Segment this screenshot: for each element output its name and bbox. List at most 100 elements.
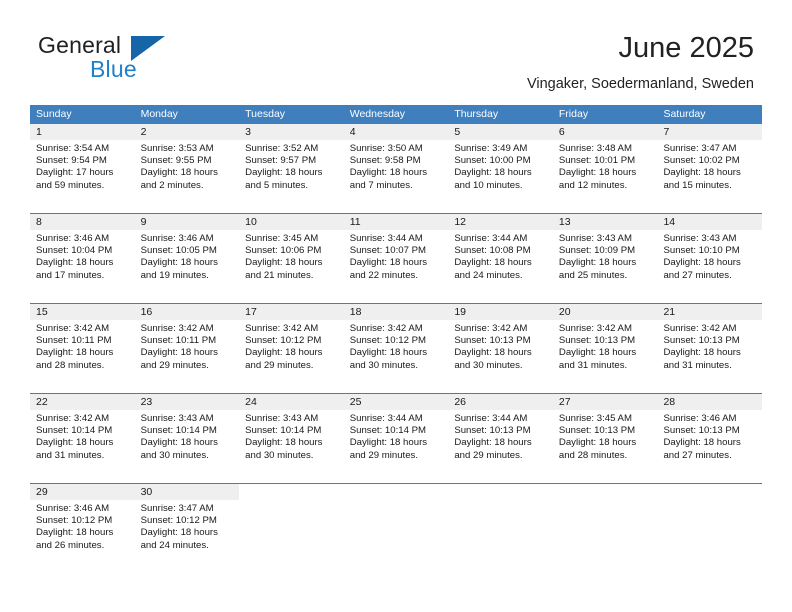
- day-cell[interactable]: Sunrise: 3:48 AM Sunset: 10:01 PM Daylight…: [553, 140, 658, 202]
- day-cell[interactable]: Sunrise: 3:42 AM Sunset: 10:11 PM Daylight…: [30, 320, 135, 382]
- day-daylight-text: Daylight: 18 hours: [36, 347, 114, 359]
- day-cell[interactable]: Sunrise: 3:47 AM Sunset: 10:12 PM Daylight…: [135, 500, 240, 562]
- day-number[interactable]: 21: [657, 304, 762, 320]
- day-number[interactable]: 16: [135, 304, 240, 320]
- day-daylight-text: Daylight: 17 hours: [36, 167, 114, 179]
- day-cell[interactable]: Sunrise: 3:42 AM Sunset: 10:12 PM Daylight…: [344, 320, 449, 382]
- day-number[interactable]: 4: [344, 124, 449, 140]
- day-daylight-text: Daylight: 18 hours: [454, 167, 532, 179]
- week-spacer: [30, 562, 762, 573]
- day-cell[interactable]: Sunrise: 3:44 AM Sunset: 10:14 PM Daylight…: [344, 410, 449, 472]
- day-number[interactable]: 14: [657, 214, 762, 230]
- calendar-week-row: 8 9 10 11 12 13 14 Sunrise: 3:46 AM Sunset: 10:0…: [30, 213, 762, 303]
- day-sunrise-text: Sunrise: 3:46 AM: [140, 233, 214, 244]
- day-daylight-text: and 19 minutes.: [140, 269, 209, 281]
- day-number[interactable]: 30: [135, 484, 240, 500]
- day-number[interactable]: 18: [344, 304, 449, 320]
- day-sunset-text: Sunset: 10:02 PM: [663, 155, 740, 167]
- day-number-row: 15 16 17 18 19 20 21: [30, 304, 762, 320]
- day-sunrise-text: Sunrise: 3:46 AM: [36, 233, 110, 244]
- day-number[interactable]: 10: [239, 214, 344, 230]
- week-spacer: [30, 292, 762, 303]
- day-daylight-text: and 22 minutes.: [349, 269, 419, 281]
- day-cell[interactable]: Sunrise: 3:43 AM Sunset: 10:09 PM Daylight…: [553, 230, 658, 292]
- day-cell[interactable]: Sunrise: 3:52 AM Sunset: 9:57 PM Daylight:…: [239, 140, 344, 202]
- day-number[interactable]: 24: [239, 394, 344, 410]
- day-daylight-text: and 15 minutes.: [663, 179, 732, 191]
- day-cell[interactable]: Sunrise: 3:45 AM Sunset: 10:06 PM Daylight…: [239, 230, 344, 292]
- day-number[interactable]: 3: [239, 124, 344, 140]
- day-cell[interactable]: Sunrise: 3:42 AM Sunset: 10:13 PM Daylight…: [448, 320, 553, 382]
- day-number-empty: [657, 484, 763, 500]
- day-number-empty: [239, 484, 344, 500]
- day-number[interactable]: 1: [30, 124, 135, 140]
- day-number[interactable]: 23: [135, 394, 240, 410]
- day-sunset-text: Sunset: 10:00 PM: [454, 155, 531, 167]
- day-sunrise-text: Sunrise: 3:45 AM: [558, 413, 632, 424]
- day-number[interactable]: 17: [239, 304, 344, 320]
- day-number[interactable]: 7: [657, 124, 762, 140]
- day-sunset-text: Sunset: 10:06 PM: [245, 245, 322, 257]
- day-cell[interactable]: Sunrise: 3:42 AM Sunset: 10:13 PM Daylight…: [553, 320, 658, 382]
- day-cell[interactable]: Sunrise: 3:45 AM Sunset: 10:13 PM Daylight…: [553, 410, 658, 472]
- day-cell[interactable]: Sunrise: 3:46 AM Sunset: 10:04 PM Daylight…: [30, 230, 135, 292]
- day-number[interactable]: 12: [448, 214, 553, 230]
- day-number[interactable]: 26: [448, 394, 553, 410]
- day-cell[interactable]: Sunrise: 3:42 AM Sunset: 10:12 PM Daylight…: [239, 320, 344, 382]
- weekday-header-friday: Friday: [558, 108, 589, 120]
- day-cell[interactable]: Sunrise: 3:43 AM Sunset: 10:14 PM Daylight…: [135, 410, 240, 472]
- day-cell[interactable]: Sunrise: 3:46 AM Sunset: 10:13 PM Daylight…: [657, 410, 762, 472]
- day-number[interactable]: 5: [448, 124, 553, 140]
- day-daylight-text: and 24 minutes.: [140, 539, 209, 551]
- day-cell[interactable]: Sunrise: 3:50 AM Sunset: 9:58 PM Daylight:…: [344, 140, 449, 202]
- day-number[interactable]: 29: [30, 484, 135, 500]
- day-daylight-text: Daylight: 18 hours: [558, 347, 637, 359]
- day-sunset-text: Sunset: 10:12 PM: [245, 335, 322, 347]
- day-cell[interactable]: Sunrise: 3:53 AM Sunset: 9:55 PM Daylight:…: [135, 140, 240, 202]
- day-number[interactable]: 11: [344, 214, 449, 230]
- day-daylight-text: Daylight: 18 hours: [245, 257, 323, 269]
- day-cell[interactable]: Sunrise: 3:44 AM Sunset: 10:13 PM Daylight…: [448, 410, 553, 472]
- day-cell[interactable]: Sunrise: 3:46 AM Sunset: 10:05 PM Daylight…: [135, 230, 240, 292]
- day-sunrise-text: Sunrise: 3:43 AM: [140, 413, 214, 424]
- day-cell[interactable]: Sunrise: 3:49 AM Sunset: 10:00 PM Daylight…: [448, 140, 553, 202]
- day-cell[interactable]: Sunrise: 3:46 AM Sunset: 10:12 PM Daylight…: [30, 500, 135, 562]
- day-number[interactable]: 25: [344, 394, 449, 410]
- day-cell[interactable]: Sunrise: 3:54 AM Sunset: 9:54 PM Daylight:…: [30, 140, 135, 202]
- day-cell[interactable]: Sunrise: 3:43 AM Sunset: 10:10 PM Daylight…: [657, 230, 762, 292]
- day-cell[interactable]: Sunrise: 3:43 AM Sunset: 10:14 PM Daylight…: [239, 410, 344, 472]
- day-daylight-text: Daylight: 18 hours: [36, 527, 114, 539]
- day-cell[interactable]: Sunrise: 3:42 AM Sunset: 10:14 PM Daylight…: [30, 410, 135, 472]
- calendar-weeks: 1 2 3 4 5 6 7 Sunrise: 3:54 AM Sunset: 9:54 PM Da…: [30, 124, 763, 573]
- day-sunset-text: Sunset: 10:13 PM: [663, 335, 740, 347]
- day-number[interactable]: 20: [553, 304, 658, 320]
- day-number[interactable]: 2: [135, 124, 240, 140]
- day-number[interactable]: 19: [448, 304, 553, 320]
- day-number[interactable]: 9: [135, 214, 240, 230]
- calendar-week-row: 15 16 17 18 19 20 21 Sunrise: 3:42 AM Sunset: 10…: [30, 303, 762, 393]
- week-spacer: [30, 202, 762, 213]
- day-number[interactable]: 13: [553, 214, 658, 230]
- day-number-row: 29 30: [30, 484, 763, 500]
- day-cell[interactable]: Sunrise: 3:42 AM Sunset: 10:13 PM Daylight…: [657, 320, 762, 382]
- day-cell[interactable]: Sunrise: 3:47 AM Sunset: 10:02 PM Daylight…: [657, 140, 762, 202]
- day-daylight-text: Daylight: 18 hours: [245, 167, 323, 179]
- day-number[interactable]: 27: [553, 394, 658, 410]
- day-number[interactable]: 15: [30, 304, 135, 320]
- day-number[interactable]: 22: [30, 394, 135, 410]
- week-spacer: [30, 472, 762, 483]
- day-cell[interactable]: Sunrise: 3:44 AM Sunset: 10:08 PM Daylight…: [448, 230, 553, 292]
- day-number[interactable]: 8: [30, 214, 135, 230]
- calendar-week-row: 29 30 Sunrise: 3:46 AM Sunset: 10:12 PM Dayl…: [30, 483, 763, 573]
- day-sunrise-text: Sunrise: 3:54 AM: [36, 143, 110, 154]
- day-info-row: Sunrise: 3:46 AM Sunset: 10:12 PM Daylight…: [30, 500, 762, 562]
- day-number[interactable]: 6: [553, 124, 658, 140]
- day-cell[interactable]: Sunrise: 3:44 AM Sunset: 10:07 PM Daylight…: [344, 230, 449, 292]
- day-sunrise-text: Sunrise: 3:52 AM: [245, 143, 319, 154]
- day-number[interactable]: 28: [657, 394, 762, 410]
- day-sunrise-text: Sunrise: 3:43 AM: [245, 413, 319, 424]
- day-daylight-text: Daylight: 18 hours: [349, 257, 428, 269]
- day-daylight-text: Daylight: 18 hours: [663, 437, 741, 449]
- day-cell[interactable]: Sunrise: 3:42 AM Sunset: 10:11 PM Daylight…: [135, 320, 240, 382]
- weekday-header-sunday: Sunday: [36, 108, 72, 120]
